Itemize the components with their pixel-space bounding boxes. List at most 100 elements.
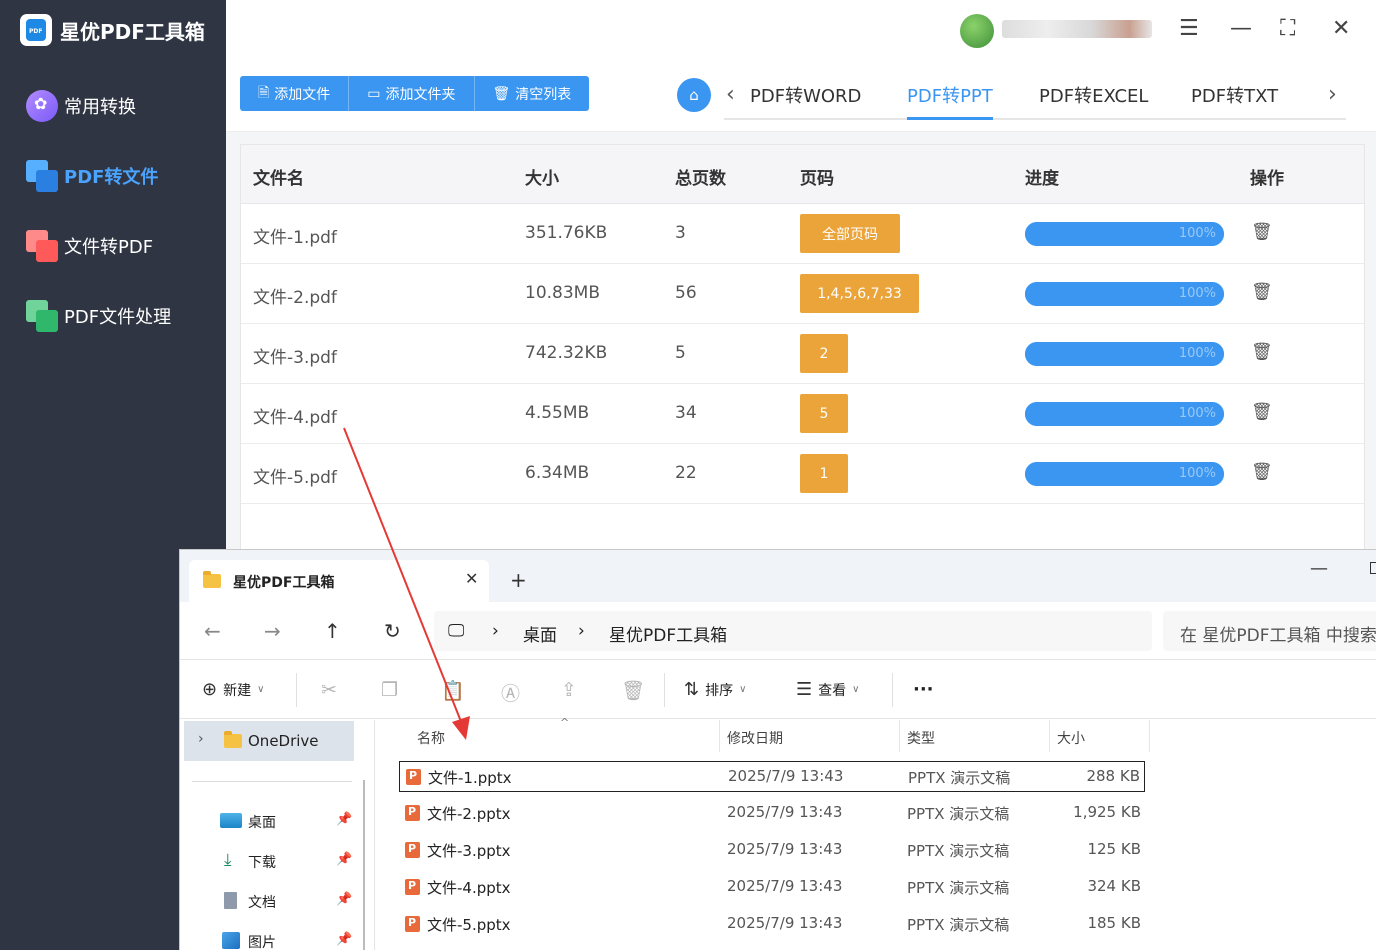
address-bar[interactable]: 🖵 › 桌面 › 星优PDF工具箱 [434,611,1152,651]
forward-arrow-icon[interactable]: → [264,619,281,643]
avatar[interactable] [960,14,994,48]
sort-caret-icon: ^ [560,716,570,729]
sidebar-item-label: 下载 [248,855,276,871]
page-range-button[interactable]: 全部页码 [800,214,900,253]
column-header-size[interactable]: 大小 [1057,728,1085,748]
breadcrumb-folder[interactable]: 星优PDF工具箱 [609,621,727,646]
tab-pdf-to-txt[interactable]: PDF转TXT [1191,82,1278,120]
column-header: 大小 [525,169,559,189]
table-row[interactable]: 文件-2.pdf 10.83MB 56 1,4,5,6,7,33 100% 🗑 [241,264,1364,324]
scrollbar[interactable] [363,780,365,950]
file-date: 2025/7/9 13:43 [727,877,843,895]
column-header-date[interactable]: 修改日期 [727,728,783,748]
flower-icon [26,90,58,122]
table-row[interactable]: 文件-5.pdf 6.34MB 22 1 100% 🗑 [241,444,1364,504]
minimize-icon[interactable]: — [1230,16,1252,41]
file-type: PPTX 演示文稿 [907,842,1010,860]
sidebar-item-pdf-processing[interactable]: PDF文件处理 [26,300,171,332]
sort-label: 排序 [705,682,734,699]
pptx-file-icon [405,805,420,821]
table-header: 文件名 大小 总页数 页码 进度 操作 [241,145,1364,204]
explorer-nav-pane: › OneDrive 桌面 📌 ⤓ 下载 📌 文档 📌 图片 📌 [180,720,374,950]
list-item[interactable]: 文件-2.pptx 2025/7/9 13:43 PPTX 演示文稿 1,925 KB [399,798,1145,829]
share-icon[interactable]: ⇪ [561,679,577,701]
cut-icon[interactable]: ✂ [321,679,337,701]
file-name: 文件-4.pptx [427,879,511,897]
column-header-type[interactable]: 类型 [907,728,935,748]
rename-icon[interactable]: Ⓐ [501,679,520,706]
view-label: 查看 [818,682,847,699]
column-divider[interactable] [899,720,900,752]
sidebar-item-pdf-to-file[interactable]: PDF转文件 [26,160,158,192]
sidebar-item-file-to-pdf[interactable]: 文件转PDF [26,230,153,262]
tab-pdf-to-word[interactable]: PDF转WORD [750,82,861,120]
copy-icon[interactable]: ❐ [381,679,398,701]
file-size: 6.34MB [525,463,590,483]
page-range-button[interactable]: 5 [800,394,848,433]
chevron-right-icon[interactable]: › [1328,82,1337,107]
page-range-button[interactable]: 1,4,5,6,7,33 [800,274,919,313]
sidebar-item-onedrive[interactable]: › OneDrive [184,721,354,761]
settings-sliders-icon[interactable]: ☰ [1179,16,1199,41]
tab-pdf-to-excel[interactable]: PDF转EXCEL [1039,82,1148,120]
add-file-label: 添加文件 [274,86,331,103]
view-button[interactable]: ☰ 查看 ∨ [796,679,859,700]
delete-icon[interactable]: 🗑 [1251,342,1273,362]
clear-list-button[interactable]: 🗑 清空列表 [474,76,590,111]
blurred-username [1002,20,1152,38]
list-item[interactable]: 文件-1.pptx 2025/7/9 13:43 PPTX 演示文稿 288 KB [399,761,1145,792]
chevron-left-icon[interactable]: ‹ [726,82,735,107]
breadcrumb-desktop[interactable]: 桌面 [523,621,557,646]
new-tab-plus-icon[interactable]: + [510,568,527,592]
folder-icon: ▭ [367,85,381,102]
up-arrow-icon[interactable]: ↑ [324,619,341,643]
list-item[interactable]: 文件-3.pptx 2025/7/9 13:43 PPTX 演示文稿 125 KB [399,835,1145,866]
add-file-button[interactable]: 🗎 添加文件 [240,76,350,111]
close-icon[interactable]: ✕ [465,569,478,588]
column-header: 操作 [1250,169,1284,189]
refresh-icon[interactable]: ↻ [384,619,401,643]
delete-icon[interactable]: 🗑 [1251,282,1273,302]
delete-icon[interactable]: 🗑 [1251,222,1273,242]
column-divider[interactable] [1149,720,1150,752]
table-row[interactable]: 文件-3.pdf 742.32KB 5 2 100% 🗑 [241,324,1364,384]
page-range-button[interactable]: 2 [800,334,848,373]
paste-icon[interactable]: 📋 [441,679,465,702]
pin-icon[interactable]: 📌 [336,852,352,867]
add-folder-button[interactable]: ▭ 添加文件夹 [349,76,475,111]
sort-icon: ⇅ [684,679,700,700]
more-button[interactable]: ··· [913,679,934,700]
chevron-right-icon: › [492,621,499,641]
maximize-icon[interactable] [1370,562,1376,574]
sort-button[interactable]: ⇅ 排序 ∨ [684,679,746,700]
table-row[interactable]: 文件-4.pdf 4.55MB 34 5 100% 🗑 [241,384,1364,444]
new-label: 新建 [223,682,252,699]
pin-icon[interactable]: 📌 [336,892,352,907]
list-item[interactable]: 文件-4.pptx 2025/7/9 13:43 PPTX 演示文稿 324 KB [399,872,1145,903]
close-icon[interactable]: ✕ [1332,16,1350,41]
chevron-right-icon[interactable]: › [198,731,204,747]
pin-icon[interactable]: 📌 [336,812,352,827]
explorer-tab[interactable]: 星优PDF工具箱 ✕ [189,560,489,602]
page-range-button[interactable]: 1 [800,454,848,493]
home-button[interactable]: ⌂ [677,78,711,112]
tab-pdf-to-ppt[interactable]: PDF转PPT [907,82,993,120]
delete-icon[interactable]: 🗑 [1251,462,1273,482]
file-name: 文件-4.pdf [253,408,337,428]
column-header: 文件名 [253,169,304,189]
brand: 星优PDF工具箱 [20,14,205,46]
list-item[interactable]: 文件-5.pptx 2025/7/9 13:43 PPTX 演示文稿 185 KB [399,909,1145,940]
fullscreen-icon[interactable]: ⛶ [1280,16,1295,41]
delete-icon[interactable]: 🗑 [621,679,645,702]
back-arrow-icon[interactable]: ← [204,619,221,643]
delete-icon[interactable]: 🗑 [1251,402,1273,422]
column-divider[interactable] [1049,720,1050,752]
pin-icon[interactable]: 📌 [336,932,352,947]
table-row[interactable]: 文件-1.pdf 351.76KB 3 全部页码 100% 🗑 [241,204,1364,264]
search-box[interactable]: 在 星优PDF工具箱 中搜索 [1163,611,1376,651]
minimize-icon[interactable]: — [1310,558,1328,579]
new-button[interactable]: ⊕ 新建 ∨ [202,679,264,700]
sidebar-item-common-convert[interactable]: 常用转换 [26,90,136,122]
column-divider[interactable] [719,720,720,752]
column-header-name[interactable]: 名称 [417,728,445,748]
